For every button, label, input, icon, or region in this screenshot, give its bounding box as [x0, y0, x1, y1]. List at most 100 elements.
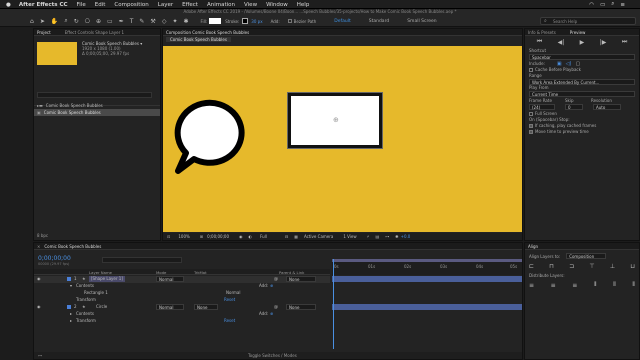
roto-tool-icon[interactable]: ✦	[172, 18, 177, 25]
tab-info-presets[interactable]: Info & Presets	[528, 30, 556, 35]
caching-checkbox[interactable]	[529, 124, 533, 128]
col-parent[interactable]: Parent & Link	[279, 270, 304, 275]
menu-layer[interactable]: Layer	[158, 2, 173, 8]
comp-flowchart-icon[interactable]: ⊶	[38, 353, 42, 358]
workspace-default[interactable]: Default	[334, 19, 350, 24]
layer-name-circle[interactable]: Circle	[96, 304, 107, 310]
project-item-folder[interactable]: ▸▬ Comic Book Speech Bubbles	[37, 102, 103, 108]
distribute-bottom-icon[interactable]: ≡	[572, 282, 577, 289]
align-hcenter-icon[interactable]: ⊓	[549, 263, 554, 270]
distribute-left-icon[interactable]: ⦀	[594, 281, 597, 289]
col-layer-name[interactable]: Layer Name	[89, 270, 112, 275]
stroke-width[interactable]: 30 px	[251, 19, 262, 24]
layer-rectangle[interactable]: Rectangle 1 Normal	[34, 290, 330, 297]
grid-icon[interactable]: ⊞	[200, 234, 203, 239]
align-left-icon[interactable]: ⊏	[529, 263, 534, 270]
project-search-input[interactable]	[37, 92, 152, 98]
magnify-icon[interactable]: ⊡	[167, 234, 170, 239]
menu-animation[interactable]: Animation	[207, 2, 235, 8]
align-top-icon[interactable]: ⊤	[589, 263, 594, 270]
stamp-tool-icon[interactable]: ⚒	[150, 18, 155, 25]
tab-preview[interactable]: Preview	[570, 30, 586, 35]
align-vcenter-icon[interactable]: ⊥	[610, 263, 615, 270]
rectangle-layer[interactable]: ⊕	[287, 92, 383, 149]
exposure-value[interactable]: +0.0	[401, 234, 411, 239]
play-icon[interactable]: ▶	[580, 39, 585, 46]
comp-breadcrumb[interactable]: Comic Book Speech Bubbles	[166, 37, 231, 42]
camera-tool-icon[interactable]: ⎔	[85, 18, 90, 25]
prev-frame-icon[interactable]: ◀|	[558, 39, 565, 46]
reset-link-2[interactable]: Reset	[224, 318, 235, 324]
home-icon[interactable]: ⌂	[30, 18, 34, 25]
zoom-level[interactable]: 100%	[178, 234, 189, 239]
tab-project[interactable]: Project	[37, 30, 51, 35]
time-ruler[interactable]: 0s 01s 02s 03s 04s 05s	[332, 259, 522, 275]
mode-select-circle[interactable]: Normal	[156, 304, 184, 310]
eraser-tool-icon[interactable]: ◇	[162, 18, 167, 25]
add-button-2[interactable]: Add:	[259, 311, 268, 317]
link-icon[interactable]: @	[274, 276, 278, 282]
zoom-tool-icon[interactable]: ⌕	[64, 17, 67, 25]
tab-timeline[interactable]: Comic Book Speech Bubbles	[44, 244, 101, 249]
menu-view[interactable]: View	[244, 2, 257, 8]
layer-transform-2[interactable]: ▸ Transform Reset	[34, 318, 330, 325]
add-icon[interactable]: ⊕	[270, 283, 273, 289]
label-color-2[interactable]	[67, 305, 71, 309]
toggle-switches[interactable]: Toggle Switches / Modes	[248, 353, 297, 358]
tab-effect-controls[interactable]: Effect Controls Shape Layer 1	[65, 30, 124, 35]
color-icon[interactable]: ◐	[249, 234, 253, 239]
wifi-icon[interactable]: ◠	[589, 2, 594, 8]
spotlight-icon[interactable]: ⌕	[611, 1, 614, 8]
battery-icon[interactable]: ▭	[600, 2, 605, 8]
next-frame-icon[interactable]: |▶	[600, 39, 607, 46]
snapshot-icon[interactable]: ◉	[239, 234, 243, 239]
last-frame-icon[interactable]: ⏭	[622, 38, 627, 46]
pan-tool-icon[interactable]: ⊕	[96, 18, 101, 25]
anchor-point-icon[interactable]: ⊕	[333, 116, 339, 124]
distribute-top-icon[interactable]: ≡	[529, 282, 534, 289]
parent-select-circle[interactable]: None	[286, 304, 316, 310]
bit-depth[interactable]: 8 bpc	[37, 233, 48, 238]
exposure-icon[interactable]: ✺	[395, 234, 398, 239]
apple-icon[interactable]: ●	[6, 2, 11, 8]
camera-select[interactable]: Active Camera	[304, 234, 333, 239]
close-icon[interactable]: ×	[37, 244, 40, 249]
play-from-select[interactable]: Current Time	[529, 91, 635, 97]
distribute-vcenter-icon[interactable]: ≡	[551, 282, 556, 289]
transparency-icon[interactable]: ▦	[294, 234, 298, 239]
work-area-bar[interactable]	[332, 259, 522, 262]
menu-effect[interactable]: Effect	[182, 2, 198, 8]
timeline-icon[interactable]: ▤	[375, 234, 379, 239]
type-tool-icon[interactable]: T	[130, 18, 134, 25]
flowchart-icon[interactable]: ⊶	[385, 234, 389, 239]
tab-composition[interactable]: Composition Comic Book Speech Bubbles	[166, 30, 249, 35]
puppet-tool-icon[interactable]: ✱	[183, 18, 188, 25]
stroke-swatch[interactable]	[242, 18, 249, 24]
col-trkmat[interactable]: TrkMat	[194, 270, 207, 275]
fill-swatch[interactable]	[209, 18, 222, 24]
skip-select[interactable]: 0	[565, 104, 583, 110]
move-time-checkbox[interactable]	[529, 130, 533, 134]
add-label[interactable]: Add:	[271, 19, 280, 24]
align-bottom-icon[interactable]: ⊔	[630, 263, 635, 270]
menu-edit[interactable]: Edit	[95, 2, 106, 8]
region-icon[interactable]: ⊟	[285, 234, 288, 239]
menu-list-icon[interactable]: ≡	[620, 2, 625, 8]
fullscreen-checkbox[interactable]	[529, 112, 533, 116]
resolution-select-preview[interactable]: Auto	[593, 104, 621, 110]
bezier-checkbox[interactable]	[287, 19, 292, 23]
layer-row-circle[interactable]: ◉ 2 ★ Circle Normal None @ None	[34, 304, 330, 311]
visibility-icon[interactable]: ◉	[37, 276, 41, 282]
comp-viewer[interactable]: ⊕	[163, 46, 522, 232]
timeline-timecode[interactable]: 0;00;00;00	[38, 255, 71, 262]
resolution-select[interactable]: Full	[260, 234, 267, 239]
add-icon-2[interactable]: ⊕	[270, 311, 273, 317]
layer-contents-2[interactable]: ▸ Contents Add: ⊕	[34, 311, 330, 318]
view-select[interactable]: 1 View	[343, 234, 356, 239]
link-icon-2[interactable]: @	[274, 304, 278, 310]
comp-timecode[interactable]: 0;00;00;00	[207, 234, 229, 239]
fast-preview-icon[interactable]: ⚡	[367, 234, 370, 239]
label-color[interactable]	[67, 277, 71, 281]
tab-align[interactable]: Align	[528, 244, 538, 249]
menu-window[interactable]: Window	[266, 2, 288, 8]
